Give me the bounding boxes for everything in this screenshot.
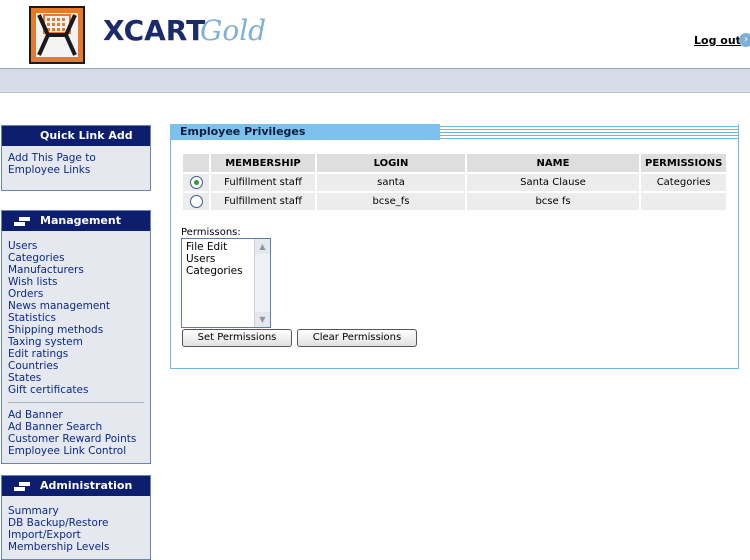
row-select-cell [183, 193, 209, 210]
cell-name: bcse fs [467, 193, 639, 210]
administration-box: Administration Summary DB Backup/Restore… [1, 475, 151, 560]
sidebar-item-ratings[interactable]: Edit ratings [8, 348, 144, 360]
scroll-down-icon[interactable]: ▼ [255, 312, 270, 327]
sidebar-item-manufacturers[interactable]: Manufacturers [8, 264, 144, 276]
header-login: LOGIN [317, 154, 465, 172]
set-permissions-button[interactable]: Set Permissions [182, 329, 292, 347]
sidebar-item-countries[interactable]: Countries [8, 360, 144, 372]
header-band [0, 68, 750, 93]
quick-link-title: Quick Link Add [2, 126, 150, 146]
divider [8, 402, 144, 403]
sidebar-item-employee-link-control[interactable]: Employee Link Control [8, 445, 144, 457]
row-select-cell [183, 174, 209, 191]
select-header [183, 154, 209, 172]
xcart-logo-icon[interactable] [29, 6, 85, 64]
permissions-label: Permissons: [181, 227, 241, 238]
scroll-up-icon[interactable]: ▲ [255, 239, 270, 254]
sidebar-item-db-backup[interactable]: DB Backup/Restore [8, 517, 144, 529]
panel-header-lines [440, 126, 738, 140]
sidebar-item-states[interactable]: States [8, 372, 144, 384]
listbox-scrollbar[interactable]: ▲ ▼ [254, 239, 270, 327]
sidebar-item-categories[interactable]: Categories [8, 252, 144, 264]
table-row: Fulfillment staff santa Santa Clause Cat… [183, 174, 727, 191]
administration-title: Administration [2, 476, 150, 496]
clear-permissions-button[interactable]: Clear Permissions [297, 329, 417, 347]
header-membership: MEMBERSHIP [211, 154, 315, 172]
management-title: Management [2, 211, 150, 231]
arrow-right-icon[interactable]: › [739, 33, 750, 47]
sidebar-item-statistics[interactable]: Statistics [8, 312, 144, 324]
sidebar-item-shipping[interactable]: Shipping methods [8, 324, 144, 336]
permission-option[interactable]: Users [186, 253, 243, 265]
row-radio[interactable] [189, 195, 203, 208]
cell-permissions [641, 193, 727, 210]
cell-membership: Fulfillment staff [211, 174, 315, 191]
table-row: Fulfillment staff bcse_fs bcse fs [183, 193, 727, 210]
sidebar-item-orders[interactable]: Orders [8, 288, 144, 300]
permission-option[interactable]: Categories [186, 265, 243, 277]
table-header-row: MEMBERSHIP LOGIN NAME PERMISSIONS [183, 154, 727, 172]
cell-login: bcse_fs [317, 193, 465, 210]
panel-header: Employee Privileges [170, 124, 738, 140]
sidebar-item-ad-banner-search[interactable]: Ad Banner Search [8, 421, 144, 433]
sidebar-item-import-export[interactable]: Import/Export [8, 529, 144, 541]
panel-title: Employee Privileges [170, 124, 440, 140]
sidebar-item-ad-banner[interactable]: Ad Banner [8, 409, 144, 421]
sidebar-item-wish-lists[interactable]: Wish lists [8, 276, 144, 288]
add-page-link[interactable]: Add This Page to [8, 152, 144, 164]
menu-icon [14, 217, 30, 226]
sidebar-item-users[interactable]: Users [8, 240, 144, 252]
sidebar-item-membership-levels[interactable]: Membership Levels [8, 541, 144, 553]
menu-icon [14, 482, 30, 491]
brand-name: XCART [103, 14, 206, 47]
privileges-table: MEMBERSHIP LOGIN NAME PERMISSIONS Fulfil… [181, 152, 728, 212]
management-box: Management Users Categories Manufacturer… [1, 210, 151, 464]
header-permissions: PERMISSIONS [641, 154, 727, 172]
cell-name: Santa Clause [467, 174, 639, 191]
sidebar-item-reward-points[interactable]: Customer Reward Points [8, 433, 144, 445]
cell-membership: Fulfillment staff [211, 193, 315, 210]
header: XCART Gold Log out › [0, 0, 750, 68]
permissions-listbox[interactable]: File Edit Users Categories ▲ ▼ [181, 238, 271, 328]
employee-links-link[interactable]: Employee Links [8, 164, 144, 176]
quick-link-box: Quick Link Add Add This Page to Employee… [1, 125, 151, 191]
header-name: NAME [467, 154, 639, 172]
row-radio[interactable] [189, 176, 203, 189]
brand-edition: Gold [200, 14, 267, 47]
sidebar-item-taxing[interactable]: Taxing system [8, 336, 144, 348]
cell-permissions: Categories [641, 174, 727, 191]
permission-option[interactable]: File Edit [186, 241, 243, 253]
sidebar-item-news[interactable]: News management [8, 300, 144, 312]
cell-login: santa [317, 174, 465, 191]
sidebar-item-gift-certificates[interactable]: Gift certificates [8, 384, 144, 396]
logout-link[interactable]: Log out [694, 34, 741, 47]
sidebar-item-summary[interactable]: Summary [8, 505, 144, 517]
